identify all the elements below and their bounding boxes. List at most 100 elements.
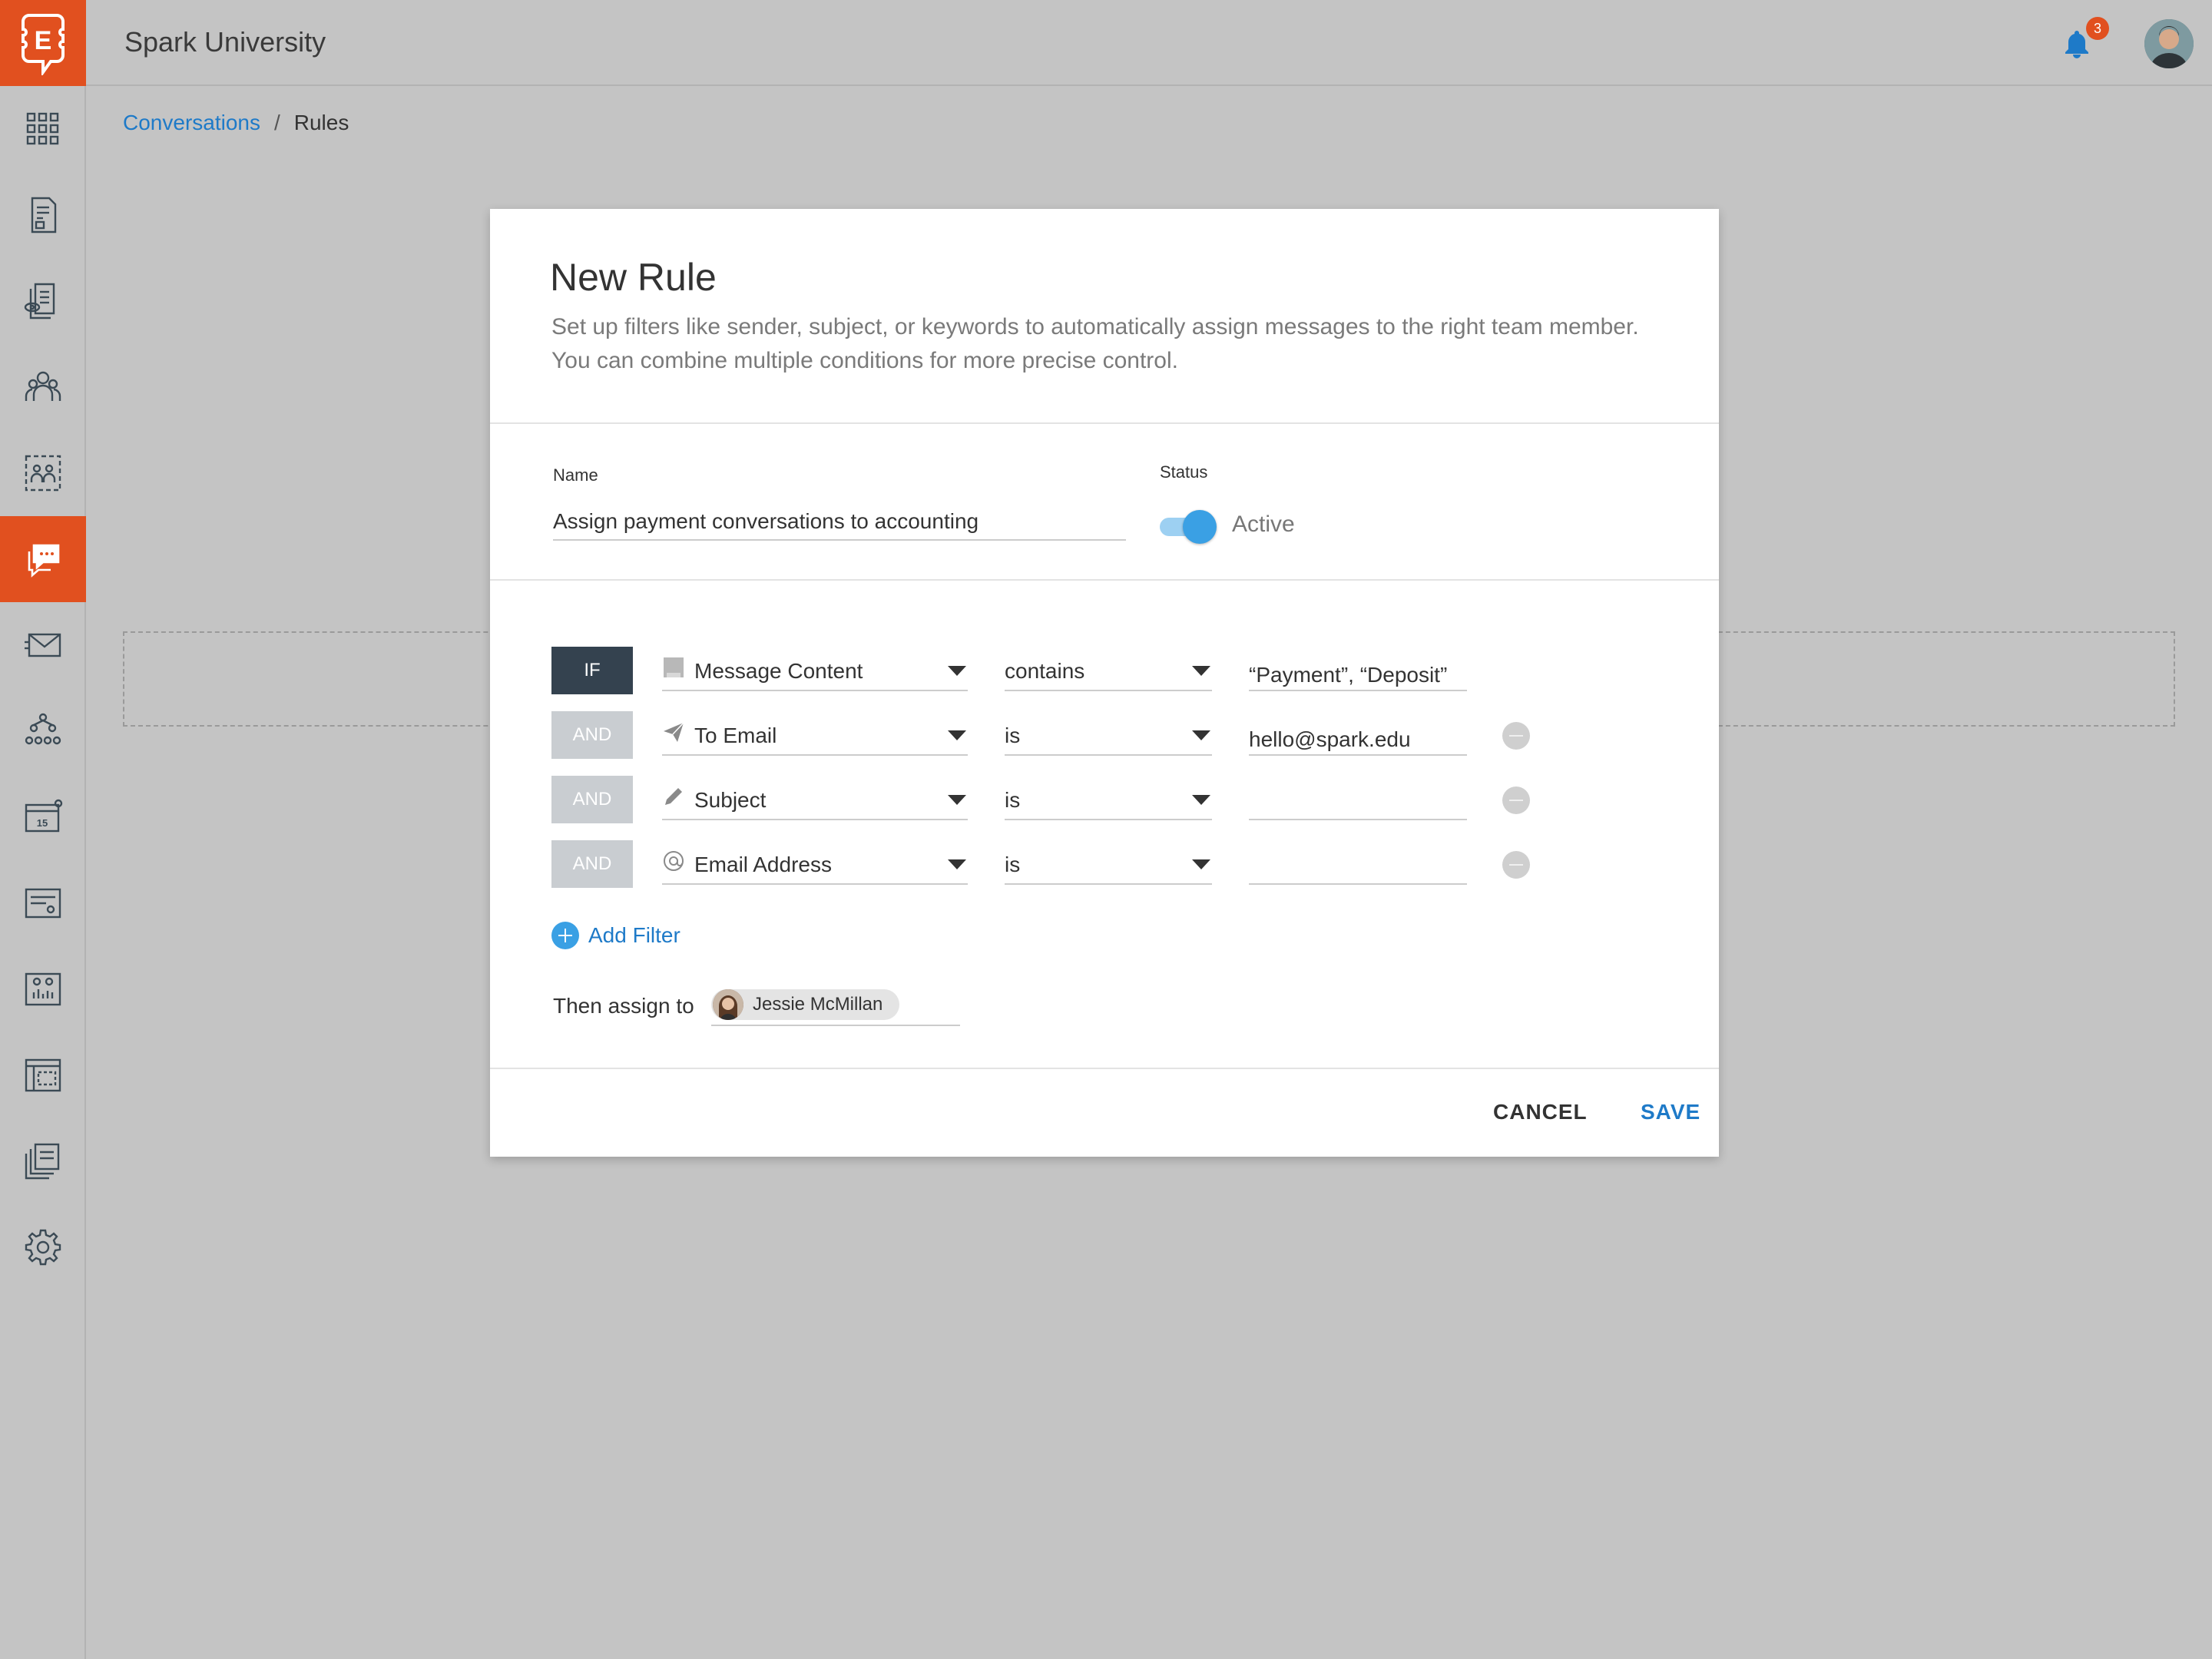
nav-forms[interactable]: [0, 860, 86, 946]
filter-operator-label: contains: [1005, 659, 1085, 683]
filter-field-select[interactable]: Message Content: [662, 653, 968, 691]
user-avatar[interactable]: [2144, 19, 2194, 68]
divider: [490, 422, 1719, 424]
breadcrumb: Conversations / Rules: [123, 111, 349, 135]
filter-field-label: Email Address: [694, 853, 832, 876]
svg-text:15: 15: [37, 817, 48, 829]
nav-calendar[interactable]: 15: [0, 774, 86, 860]
filter-operator-select[interactable]: is: [1005, 846, 1212, 885]
message-content-icon: [664, 657, 684, 677]
breadcrumb-conversations[interactable]: Conversations: [123, 111, 260, 135]
remove-filter-button[interactable]: [1502, 722, 1530, 750]
filter-op-and[interactable]: AND: [551, 711, 633, 759]
nav-files[interactable]: [0, 1118, 86, 1204]
cancel-button[interactable]: CANCEL: [1493, 1100, 1588, 1124]
svg-text:E: E: [35, 26, 52, 55]
filter-value-input[interactable]: [1249, 782, 1467, 820]
assignee-avatar-icon: [713, 989, 743, 1020]
nav-conversations[interactable]: [0, 516, 86, 602]
forms-icon: [25, 888, 61, 919]
dialog-title: New Rule: [550, 256, 717, 299]
settings-icon: [25, 1229, 61, 1266]
pencil-icon: [665, 788, 682, 805]
chevron-down-icon: [1192, 859, 1210, 869]
group-select-icon: [25, 455, 61, 492]
nav-review[interactable]: [0, 258, 86, 344]
nav-layout[interactable]: [0, 1032, 86, 1118]
assignee-chip[interactable]: Jessie McMillan: [711, 989, 900, 1020]
new-rule-dialog: New Rule Set up filters like sender, sub…: [490, 209, 1719, 1157]
nav-people[interactable]: [0, 344, 86, 430]
dialog-description: Set up filters like sender, subject, or …: [551, 310, 1657, 378]
name-label: Name: [553, 465, 598, 485]
filter-field-select[interactable]: Email Address: [662, 846, 968, 885]
plus-circle-icon: [551, 922, 579, 949]
remove-filter-button[interactable]: [1502, 786, 1530, 814]
filter-op-if[interactable]: IF: [551, 647, 633, 694]
apps-grid-icon: [26, 112, 59, 145]
filter-field-label: Subject: [694, 788, 767, 812]
filter-value-input[interactable]: [1249, 653, 1467, 691]
chevron-down-icon: [948, 859, 966, 869]
document-icon: [31, 197, 57, 233]
filter-value-input[interactable]: [1249, 846, 1467, 885]
user-avatar-icon: [2144, 19, 2194, 68]
calendar-icon: 15: [25, 799, 63, 833]
filter-operator-select[interactable]: contains: [1005, 653, 1212, 691]
chevron-down-icon: [948, 730, 966, 740]
divider: [490, 579, 1719, 581]
filter-operator-label: is: [1005, 853, 1021, 876]
notification-badge: 3: [2086, 17, 2109, 40]
nav-documents[interactable]: [0, 172, 86, 258]
filter-operator-label: is: [1005, 788, 1021, 812]
document-review-icon: [24, 283, 55, 320]
toggle-knob: [1183, 510, 1217, 544]
app-logo[interactable]: E: [0, 0, 86, 86]
filter-field-label: To Email: [694, 724, 777, 747]
logo-icon: E: [22, 14, 65, 75]
people-icon: [25, 371, 61, 401]
filter-value-input[interactable]: [1249, 717, 1467, 756]
dialog-description-line-2: You can combine multiple conditions for …: [551, 348, 1178, 373]
filter-field-select[interactable]: To Email: [662, 717, 968, 756]
dialog-description-line-1: Set up filters like sender, subject, or …: [551, 314, 1639, 339]
mail-icon: [25, 633, 61, 657]
chevron-down-icon: [948, 666, 966, 676]
chevron-down-icon: [1192, 795, 1210, 805]
filter-operator-select[interactable]: is: [1005, 717, 1212, 756]
save-button[interactable]: SAVE: [1641, 1100, 1700, 1124]
nav-apps[interactable]: [0, 86, 86, 172]
reports-icon: [25, 972, 61, 1006]
nav-reports[interactable]: [0, 946, 86, 1032]
remove-filter-button[interactable]: [1502, 851, 1530, 879]
filter-op-and[interactable]: AND: [551, 776, 633, 823]
top-header: Spark University 3: [86, 0, 2212, 86]
filter-field-label: Message Content: [694, 659, 863, 683]
sidebar: E 15: [0, 0, 86, 1659]
add-filter-label: Add Filter: [588, 923, 680, 947]
divider: [490, 1068, 1719, 1069]
filter-operator-label: is: [1005, 724, 1021, 747]
status-value: Active: [1232, 512, 1295, 537]
assignee-avatar: [713, 989, 743, 1020]
hierarchy-icon: [25, 713, 61, 745]
filter-field-select[interactable]: Subject: [662, 782, 968, 820]
assignee-field[interactable]: Jessie McMillan: [711, 988, 960, 1026]
nav-mail[interactable]: [0, 602, 86, 688]
filter-op-and[interactable]: AND: [551, 840, 633, 888]
chevron-down-icon: [1192, 730, 1210, 740]
chevron-down-icon: [1192, 666, 1210, 676]
chevron-down-icon: [948, 795, 966, 805]
nav-settings[interactable]: [0, 1204, 86, 1290]
layout-icon: [25, 1058, 61, 1092]
assignee-name: Jessie McMillan: [753, 994, 883, 1015]
app-title: Spark University: [124, 26, 326, 58]
nav-groups[interactable]: [0, 430, 86, 516]
status-toggle[interactable]: [1160, 510, 1217, 544]
filter-operator-select[interactable]: is: [1005, 782, 1212, 820]
rule-name-input[interactable]: [553, 504, 1126, 541]
nav-hierarchy[interactable]: [0, 688, 86, 774]
conversations-icon: [28, 544, 60, 578]
status-label: Status: [1160, 462, 1208, 482]
add-filter-button[interactable]: Add Filter: [551, 920, 680, 951]
